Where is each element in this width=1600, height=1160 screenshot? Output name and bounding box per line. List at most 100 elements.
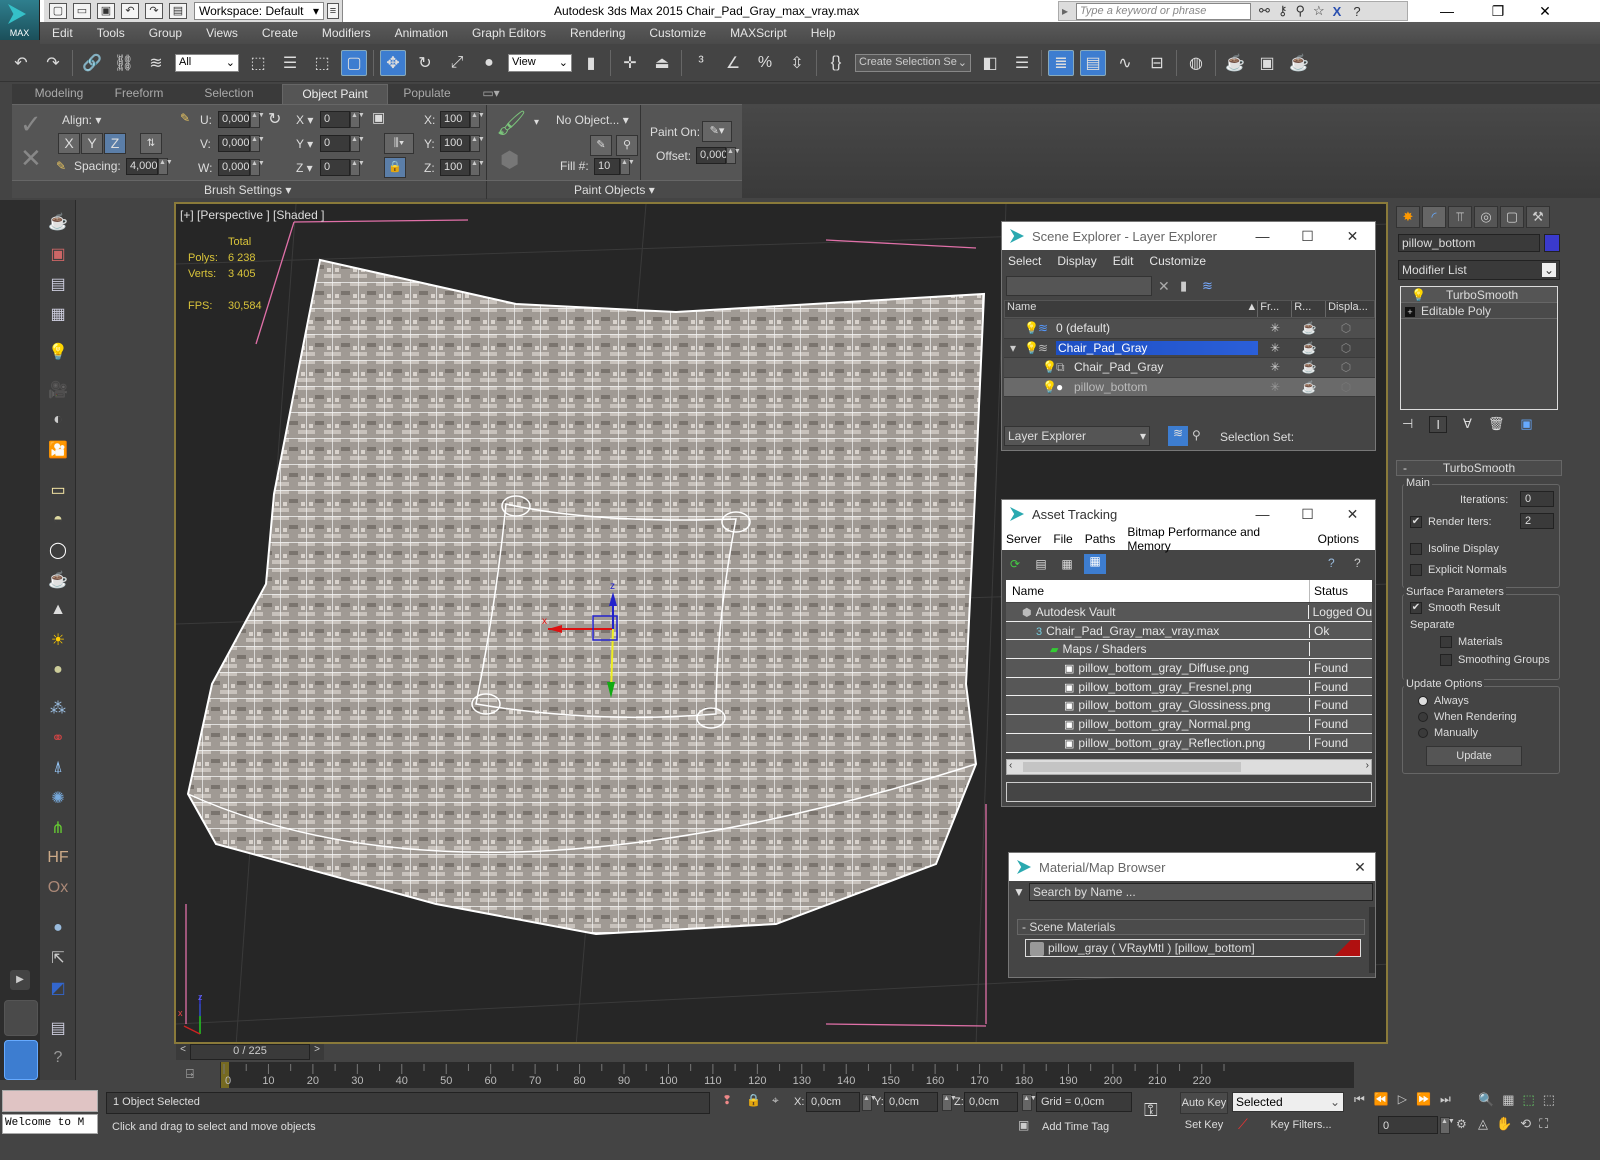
rotate-y-field[interactable]: 0 <box>320 135 350 152</box>
add-time-tag-button[interactable]: Add Time Tag <box>1042 1121 1109 1133</box>
lightbulb-icon[interactable]: 💡 <box>1042 380 1057 394</box>
scale-y-field[interactable]: 100 <box>440 135 470 152</box>
maxscript-listener-pink[interactable] <box>2 1090 98 1112</box>
favorites-star-icon[interactable]: ☆ <box>1313 3 1325 19</box>
menu-file[interactable]: File <box>1053 532 1072 546</box>
radio-selected[interactable] <box>1418 696 1428 707</box>
freeze-icon[interactable]: ✳ <box>1258 360 1292 374</box>
paint-objects-icon[interactable]: ⬢ <box>500 147 519 173</box>
object-name-field[interactable]: pillow_bottom <box>1398 234 1540 252</box>
checkbox[interactable] <box>1410 564 1422 577</box>
undo-icon[interactable]: ↶ <box>8 50 34 76</box>
snaps-toggle-icon[interactable]: ³ <box>688 50 714 76</box>
maxscript-listener-field[interactable]: Welcome to M <box>2 1114 98 1134</box>
pick-object-icon[interactable]: ⚲ <box>616 135 638 156</box>
redo-icon[interactable]: ↷ <box>145 3 163 19</box>
sphere-light-icon[interactable]: ◯ <box>46 538 70 562</box>
auto-key-button[interactable]: Auto Key <box>1180 1092 1228 1114</box>
menu-edit[interactable]: Edit <box>40 26 85 40</box>
customize-qa-icon[interactable]: ≡ <box>327 3 339 19</box>
scroll-left-icon[interactable]: ‹ <box>1009 760 1012 771</box>
viewport-layout-active-icon[interactable] <box>4 1040 38 1080</box>
display-box-icon[interactable]: ⬡ <box>1326 321 1366 335</box>
hierarchy-mode-icon[interactable]: ⚲ <box>1192 428 1201 442</box>
lightbulb-icon[interactable]: 💡 <box>1024 321 1039 335</box>
select-scale-icon[interactable]: ⤢ <box>444 50 470 76</box>
layer-row[interactable]: 💡 ≋ 0 (default) ✳ ☕ ⬡ <box>1004 319 1375 339</box>
ornatrix-icon[interactable]: Ox <box>46 876 70 900</box>
align-icon[interactable]: ☰ <box>1009 50 1035 76</box>
explicit-normals-checkbox[interactable]: Explicit Normals <box>1410 564 1507 577</box>
set-key-icon[interactable]: ⟋ <box>1238 1116 1248 1133</box>
freeze-icon[interactable]: ✳ <box>1258 341 1292 355</box>
asset-row[interactable]: ▣ pillow_bottom_gray_Reflection.png Found <box>1006 733 1372 753</box>
go-to-end-icon[interactable]: ⏭ <box>1440 1092 1451 1107</box>
menu-customize[interactable]: Customize <box>637 26 718 40</box>
rotate-y-spinner[interactable]: ▲▼ <box>350 135 365 152</box>
selection-lock-icon[interactable]: 🔒 <box>746 1093 761 1107</box>
lightbulb-icon[interactable]: 💡 <box>1024 341 1039 355</box>
menu-customize[interactable]: Customize <box>1149 254 1206 268</box>
camera-dome-icon[interactable]: ◐ <box>46 408 70 432</box>
object-row[interactable]: 💡 ⧉ Chair_Pad_Gray ✳ ☕ ⬡ <box>1004 358 1375 378</box>
freeze-icon[interactable]: ✳ <box>1258 321 1292 335</box>
modify-tab-icon[interactable]: ◜ <box>1422 206 1446 228</box>
curve-editor-icon[interactable]: ∿ <box>1112 50 1138 76</box>
convert-material-icon[interactable]: ⇱ <box>46 946 70 970</box>
material-editor-icon[interactable]: ◍ <box>1183 50 1209 76</box>
checkmark-icon[interactable]: ✓ <box>20 109 42 140</box>
render-teapot-icon[interactable]: ☕ <box>1292 360 1326 374</box>
cancel-x-icon[interactable]: ✕ <box>20 143 42 174</box>
update-always-radio[interactable]: Always <box>1418 695 1469 707</box>
scroll-right-icon[interactable]: › <box>1366 760 1369 771</box>
dome-light-icon[interactable]: ◓ <box>46 508 70 532</box>
close-button[interactable]: ✕ <box>1330 228 1375 245</box>
mini-curve-editor-icon[interactable]: ⍈ <box>186 1066 194 1082</box>
expand-arrow-icon[interactable]: ▾ <box>1004 341 1024 355</box>
reference-coordinate-dropdown[interactable]: View ⌄ <box>508 53 572 72</box>
material-item[interactable]: pillow_gray ( VRayMtl ) [pillow_bottom] <box>1025 939 1361 957</box>
rendered-frame-window-icon[interactable]: ▣ <box>1254 50 1280 76</box>
keyboard-shortcut-override-icon[interactable]: ⏏ <box>649 50 675 76</box>
time-slider-thumb[interactable]: 0 / 225 <box>190 1044 310 1060</box>
motion-tab-icon[interactable]: ◎ <box>1474 206 1498 228</box>
next-key-icon[interactable]: ⏩ <box>1416 1092 1431 1107</box>
render-iters-field[interactable]: 2 <box>1520 513 1554 529</box>
sun-icon[interactable]: ☀ <box>46 628 70 652</box>
angle-snap-icon[interactable]: ∠ <box>720 50 746 76</box>
expand-icon[interactable]: ▸ <box>1062 4 1068 18</box>
align-y-button[interactable]: Y <box>81 133 103 154</box>
rectangular-region-icon[interactable]: ⬚ <box>309 50 335 76</box>
horizontal-scrollbar[interactable]: ‹ › <box>1006 759 1372 775</box>
redo-icon[interactable]: ↷ <box>40 50 66 76</box>
asset-row[interactable]: ▣ pillow_bottom_gray_Normal.png Found <box>1006 715 1372 734</box>
scrollbar-thumb[interactable] <box>1023 762 1241 772</box>
help-icon[interactable]: ? <box>1354 556 1361 570</box>
render-setup-icon[interactable]: ☕ <box>1222 50 1248 76</box>
column-status[interactable]: Status <box>1310 584 1348 598</box>
bind-spacewarp-icon[interactable]: ≋ <box>143 50 169 76</box>
minimize-button[interactable]: — <box>1240 228 1285 245</box>
previous-key-icon[interactable]: ⏪ <box>1374 1092 1389 1107</box>
select-object-icon[interactable]: ⬚ <box>245 50 271 76</box>
zoom-icon[interactable]: 🔍 <box>1478 1092 1494 1108</box>
menu-create[interactable]: Create <box>250 26 310 40</box>
panel-list-icon[interactable]: ▤ <box>46 272 70 296</box>
menu-paths[interactable]: Paths <box>1085 532 1116 546</box>
hair-farm-icon[interactable]: HF <box>46 846 70 870</box>
u-offset-field[interactable]: 0,000 <box>218 111 250 128</box>
menu-group[interactable]: Group <box>137 26 194 40</box>
rotate-z-field[interactable]: 0 <box>320 159 350 176</box>
align-label[interactable]: Align: ▾ <box>62 113 101 127</box>
spacing-spinner[interactable]: ▲▼ <box>158 158 173 175</box>
vault-help-icon[interactable]: ? <box>1328 556 1335 570</box>
open-file-icon[interactable]: ▭ <box>73 3 91 19</box>
play-icon[interactable]: ▷ <box>1398 1092 1407 1107</box>
scale-y-spinner[interactable]: ▲▼ <box>470 135 485 152</box>
refresh-icon[interactable]: ⟳ <box>1006 557 1024 571</box>
panel-sliders-icon[interactable]: ▦ <box>46 302 70 326</box>
edit-object-list-icon[interactable]: ✎ <box>590 135 612 156</box>
render-teapot-icon[interactable]: ☕ <box>1292 321 1326 335</box>
menu-bitmap-performance[interactable]: Bitmap Performance and Memory <box>1127 525 1305 553</box>
asset-row[interactable]: ▣ pillow_bottom_gray_Diffuse.png Found <box>1006 659 1372 678</box>
